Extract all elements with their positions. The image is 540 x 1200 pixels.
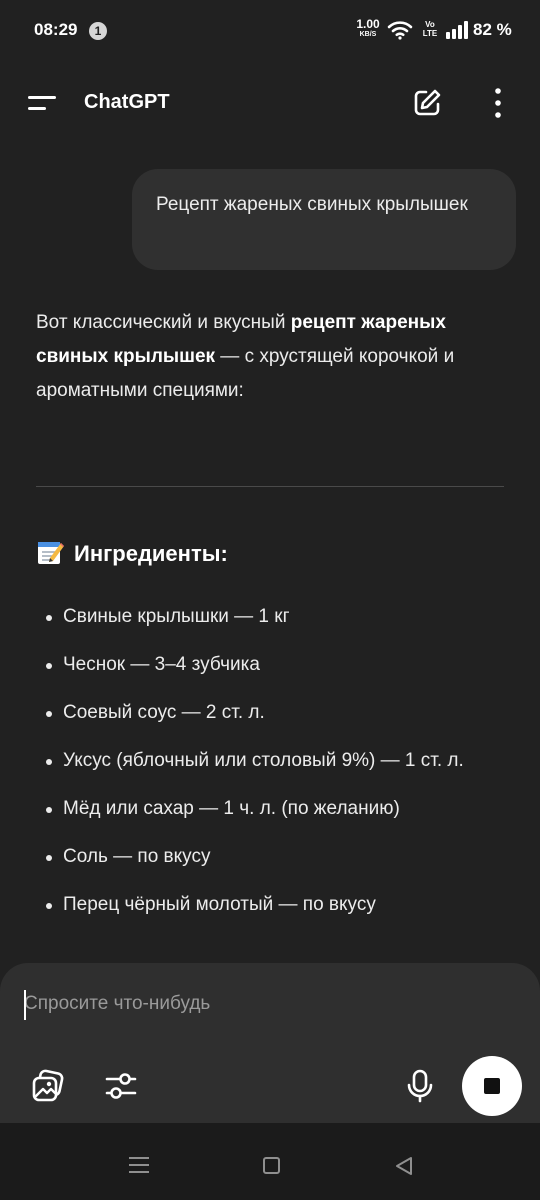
list-item: Уксус (яблочный или столовый 9%) — 1 ст.…: [36, 744, 506, 778]
app-title: ChatGPT: [84, 91, 170, 113]
assistant-message-intro: Вот классический и вкусный рецепт жарены…: [36, 306, 506, 408]
volte-top-label: Vo: [425, 20, 435, 29]
back-icon[interactable]: [394, 1156, 414, 1176]
image-attach-icon[interactable]: [30, 1068, 66, 1104]
network-speed-unit: KB/S: [359, 31, 377, 38]
volte-indicator: Vo LTE: [421, 20, 439, 38]
status-bar: 08:29 1 1.00 KB/S Vo LTE 82 %: [0, 0, 540, 62]
more-vertical-icon[interactable]: [484, 86, 512, 120]
list-item: Мёд или сахар — 1 ч. л. (по желанию): [36, 792, 506, 826]
list-item: Чеснок — 3–4 зубчика: [36, 648, 506, 682]
cell-signal-icon: [446, 21, 468, 39]
ingredients-heading-text: Ингредиенты:: [74, 541, 228, 566]
notification-count-badge: 1: [89, 22, 107, 40]
list-item: Свиные крылышки — 1 кг: [36, 600, 506, 634]
status-time: 08:29: [34, 20, 78, 39]
stop-button[interactable]: [462, 1056, 522, 1116]
tools-sliders-icon[interactable]: [104, 1068, 138, 1104]
ingredients-list: Свиные крылышки — 1 кг Чеснок — 3–4 зубч…: [36, 600, 506, 936]
network-speed-indicator: 1.00 KB/S: [354, 17, 382, 39]
assistant-intro-text: Вот классический и вкусный: [36, 312, 291, 333]
section-divider: [36, 486, 504, 487]
battery-level: 82 %: [473, 20, 512, 39]
stop-icon: [484, 1078, 500, 1094]
user-message-text: Рецепт жареных свиных крылышек: [156, 194, 468, 215]
volte-bottom-label: LTE: [422, 29, 438, 38]
composer-panel: [0, 963, 540, 1123]
new-chat-icon[interactable]: [410, 86, 444, 120]
list-item: Соевый соус — 2 ст. л.: [36, 696, 506, 730]
menu-icon[interactable]: [28, 92, 58, 116]
home-icon[interactable]: [263, 1157, 280, 1174]
wifi-icon: [387, 21, 413, 40]
message-input[interactable]: [24, 987, 504, 1021]
mic-icon[interactable]: [406, 1068, 434, 1104]
list-item: Перец чёрный молотый — по вкусу: [36, 888, 506, 922]
ingredients-heading: Ингредиенты:: [36, 536, 228, 572]
memo-icon: [38, 542, 64, 564]
text-cursor: [24, 990, 26, 1020]
system-nav-bar: [0, 1123, 540, 1200]
network-speed-value: 1.00: [356, 17, 380, 31]
list-item: Соль — по вкусу: [36, 840, 506, 874]
screen: 08:29 1 1.00 KB/S Vo LTE 82 % ChatGPT Ре…: [0, 0, 540, 1200]
recent-apps-icon[interactable]: [129, 1157, 149, 1173]
app-header: ChatGPT: [0, 62, 540, 144]
user-message-bubble: Рецепт жареных свиных крылышек: [132, 169, 516, 270]
